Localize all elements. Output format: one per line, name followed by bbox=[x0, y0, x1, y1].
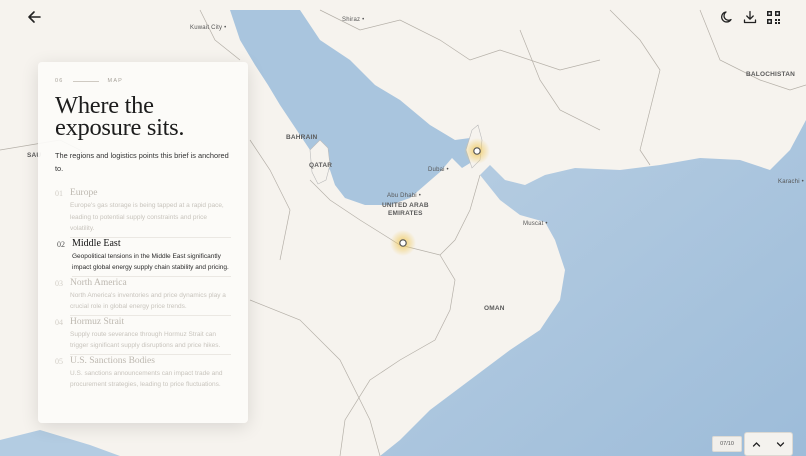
region-number: 05 bbox=[55, 356, 63, 366]
uae-marker[interactable] bbox=[399, 239, 407, 247]
region-item-hormuz-strait[interactable]: 04 Hormuz Strait Supply route severance … bbox=[55, 316, 231, 355]
region-description: North America's inventories and price dy… bbox=[70, 291, 226, 311]
label-kuwait-city: Kuwait City • bbox=[190, 25, 227, 31]
download-icon bbox=[743, 10, 757, 24]
download-button[interactable] bbox=[739, 6, 761, 28]
label-abu-dhabi: Abu Dhabi • bbox=[387, 193, 421, 199]
next-slide-button[interactable] bbox=[769, 433, 793, 455]
section-divider bbox=[72, 80, 99, 82]
previous-slide-button[interactable] bbox=[745, 433, 769, 455]
label-balochistan: BALOCHISTAN bbox=[746, 71, 796, 78]
page-indicator: 07/10 bbox=[712, 436, 742, 452]
region-item-europe[interactable]: 01 Europe Europe's gas storage is being … bbox=[55, 187, 231, 238]
region-item-north-america[interactable]: 03 North America North America's invento… bbox=[55, 277, 231, 316]
region-description: Europe's gas storage is being tapped at … bbox=[70, 202, 224, 232]
label-karachi: Karachi • bbox=[778, 179, 804, 185]
section-number: 06 bbox=[55, 78, 64, 84]
slide-nav bbox=[744, 432, 793, 456]
chevron-up-icon bbox=[753, 441, 761, 447]
region-item-middle-east[interactable]: 02 Middle East Geopolitical tensions in … bbox=[55, 238, 231, 277]
region-description: U.S. sanctions announcements can impact … bbox=[70, 369, 223, 389]
qr-code-button[interactable] bbox=[762, 6, 784, 28]
region-description: Supply route severance through Hormuz St… bbox=[70, 330, 221, 350]
label-muscat: Muscat • bbox=[523, 221, 548, 227]
back-button[interactable] bbox=[23, 6, 45, 28]
subtitle: The regions and logistics points this br… bbox=[55, 151, 229, 173]
region-name: North America bbox=[70, 277, 127, 288]
title-line-2: exposure sits. bbox=[55, 114, 185, 141]
arrow-left-icon bbox=[28, 11, 41, 23]
region-number: 04 bbox=[55, 317, 63, 327]
qr-code-icon bbox=[766, 10, 780, 24]
label-oman: OMAN bbox=[484, 305, 505, 312]
hormuz-marker[interactable] bbox=[473, 147, 481, 155]
region-name: Middle East bbox=[72, 237, 121, 249]
region-description: Geopolitical tensions in the Middle East… bbox=[72, 252, 229, 272]
region-name: U.S. Sanctions Bodies bbox=[70, 355, 155, 366]
region-number: 03 bbox=[55, 278, 63, 288]
theme-toggle-button[interactable] bbox=[716, 6, 738, 28]
section-header: 06 MAP bbox=[55, 78, 231, 84]
region-item-us-sanctions[interactable]: 05 U.S. Sanctions Bodies U.S. sanctions … bbox=[55, 355, 231, 391]
region-number: 02 bbox=[57, 239, 65, 249]
region-name: Europe bbox=[70, 188, 98, 198]
label-dubai: Dubai • bbox=[428, 167, 449, 173]
chevron-down-icon bbox=[776, 441, 784, 447]
region-name: Hormuz Strait bbox=[70, 316, 125, 327]
label-qatar: QATAR bbox=[309, 162, 333, 169]
page-title: Where the exposure sits. bbox=[55, 93, 231, 141]
info-panel: 06 MAP Where the exposure sits. The regi… bbox=[38, 62, 248, 423]
moon-icon bbox=[721, 11, 732, 23]
section-label: MAP bbox=[107, 78, 124, 84]
region-list: 01 Europe Europe's gas storage is being … bbox=[55, 187, 231, 391]
region-number: 01 bbox=[55, 189, 63, 198]
label-shiraz: Shiraz • bbox=[342, 17, 365, 23]
label-uae: UNITED ARAB EMIRATES bbox=[382, 202, 429, 217]
label-bahrain: BAHRAIN bbox=[286, 134, 318, 141]
